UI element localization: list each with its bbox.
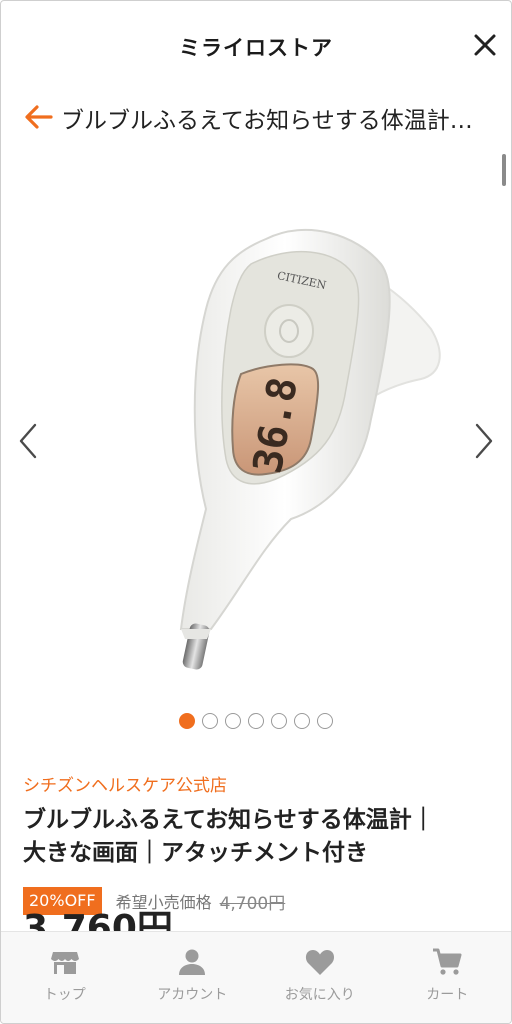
product-name-line2: 大きな画面｜アタッチメント付き: [23, 840, 368, 866]
carousel-dot[interactable]: [294, 713, 310, 729]
product-image-carousel[interactable]: CITIZEN 36.8: [1, 151, 511, 741]
shop-name-link[interactable]: シチズンヘルスケア公式店: [23, 771, 489, 796]
nav-item-account[interactable]: アカウント: [129, 932, 257, 1023]
nav-item-cart[interactable]: カート: [384, 932, 512, 1023]
product-name: ブルブルふるえてお知らせする体温計｜ 大きな画面｜アタッチメント付き: [23, 804, 489, 870]
carousel-dot[interactable]: [317, 713, 333, 729]
title-bar: ブルブルふるえてお知らせする体温計…: [1, 93, 511, 141]
nav-label-favorites: お気に入り: [284, 987, 355, 1003]
app-header: ミライロストア: [1, 1, 511, 93]
chevron-left-icon: [19, 423, 37, 459]
back-button[interactable]: [23, 103, 55, 131]
carousel-dot[interactable]: [225, 713, 241, 729]
product-name-line1: ブルブルふるえてお知らせする体温計｜: [23, 807, 435, 833]
cart-icon: [433, 948, 462, 975]
close-button[interactable]: [471, 31, 499, 59]
nav-label-account: アカウント: [157, 987, 228, 1003]
page-title: ブルブルふるえてお知らせする体温計…: [61, 108, 473, 134]
carousel-dot[interactable]: [248, 713, 264, 729]
carousel-dot[interactable]: [202, 713, 218, 729]
store-title: ミライロストア: [179, 36, 333, 60]
nav-item-top[interactable]: トップ: [1, 932, 129, 1023]
product-image-thermometer: CITIZEN 36.8: [179, 228, 441, 670]
prev-image-button[interactable]: [13, 419, 41, 463]
nav-label-cart: カート: [426, 987, 469, 1003]
nav-item-favorites[interactable]: お気に入り: [256, 932, 384, 1023]
carousel-dot[interactable]: [271, 713, 287, 729]
product-info: シチズンヘルスケア公式店 ブルブルふるえてお知らせする体温計｜ 大きな画面｜アタ…: [23, 771, 489, 916]
chevron-right-icon: [475, 423, 493, 459]
carousel-pagination: [1, 713, 511, 729]
bottom-nav: トップ アカウント お気に入り カート: [1, 931, 511, 1023]
next-image-button[interactable]: [471, 419, 499, 463]
heart-icon: [305, 950, 334, 975]
person-icon: [179, 949, 206, 975]
carousel-dot[interactable]: [179, 713, 195, 729]
list-price: 4,700円: [219, 893, 286, 914]
close-icon: [474, 34, 496, 56]
app-frame: ミライロストア ブルブルふるえてお知らせする体温計… CITIZEN 36.8 …: [0, 0, 512, 1024]
nav-label-top: トップ: [43, 987, 86, 1003]
arrow-left-icon: [25, 105, 53, 129]
store-icon: [50, 952, 79, 974]
